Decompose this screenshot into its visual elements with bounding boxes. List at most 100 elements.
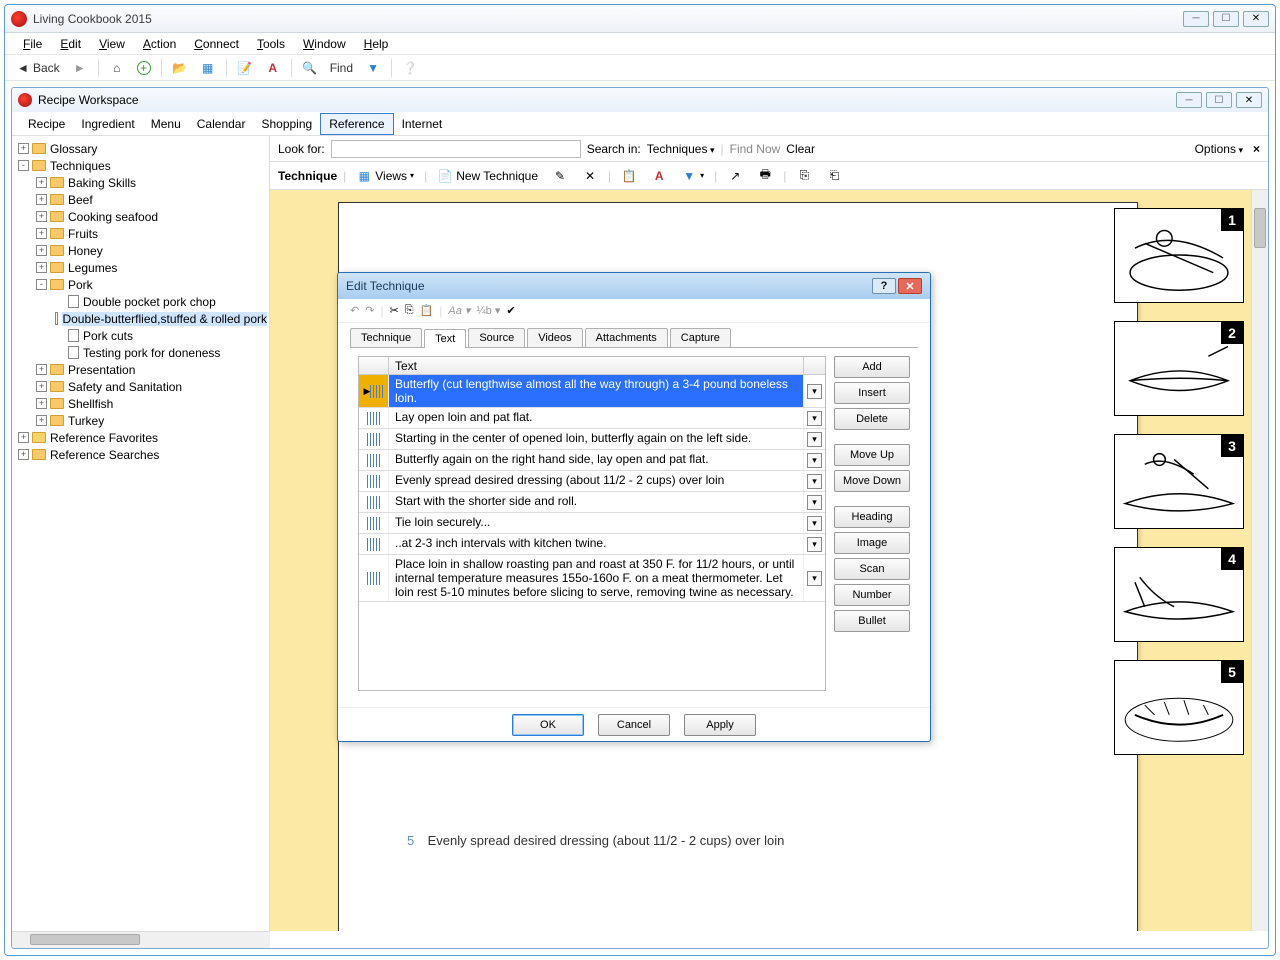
maximize-button[interactable]: ☐	[1213, 11, 1239, 27]
row-edit-button[interactable]: ▾	[807, 432, 822, 447]
grid-cell-text[interactable]: ..at 2-3 inch intervals with kitchen twi…	[389, 534, 803, 554]
tab-internet[interactable]: Internet	[394, 114, 451, 134]
tree-node[interactable]: +Legumes	[14, 259, 267, 276]
font-button[interactable]: A	[261, 58, 285, 78]
ws-maximize-button[interactable]: ☐	[1206, 92, 1232, 108]
tree-node[interactable]: +Fruits	[14, 225, 267, 242]
undo-icon[interactable]: ↶	[350, 304, 359, 317]
drag-handle-icon[interactable]	[367, 475, 380, 488]
grid-row[interactable]: Start with the shorter side and roll.▾	[359, 492, 825, 513]
clear-button[interactable]: Clear	[786, 142, 815, 156]
drag-handle-icon[interactable]	[370, 385, 383, 398]
tree-node[interactable]: Double pocket pork chop	[14, 293, 267, 310]
grid-cell-text[interactable]: Tie loin securely...	[389, 513, 803, 533]
grid-row[interactable]: ..at 2-3 inch intervals with kitchen twi…	[359, 534, 825, 555]
row-edit-button[interactable]: ▾	[807, 453, 822, 468]
row-edit-button[interactable]: ▾	[807, 537, 822, 552]
thumbnail-4[interactable]: 4	[1114, 547, 1244, 642]
dlg-tab-text[interactable]: Text	[424, 329, 466, 348]
add-button[interactable]: +	[133, 59, 155, 77]
copy-button[interactable]: ⎘	[792, 166, 816, 186]
find-now-button[interactable]: Find Now	[730, 142, 781, 156]
thumbnail-2[interactable]: 2	[1114, 321, 1244, 416]
scan-button[interactable]: Scan	[834, 558, 910, 580]
grid-cell-text[interactable]: Place loin in shallow roasting pan and r…	[389, 555, 803, 601]
row-edit-button[interactable]: ▾	[807, 411, 822, 426]
search-close-icon[interactable]: ×	[1253, 142, 1260, 156]
delete-button[interactable]: ✕	[578, 166, 602, 186]
list-button[interactable]: ▦	[196, 58, 220, 78]
thumbnail-3[interactable]: 3	[1114, 434, 1244, 529]
grid-cell-text[interactable]: Butterfly again on the right hand side, …	[389, 450, 803, 470]
edit-doc-button[interactable]: 📝	[233, 58, 257, 78]
drag-handle-icon[interactable]	[367, 454, 380, 467]
dlg-tab-videos[interactable]: Videos	[527, 328, 582, 347]
dlg-tab-technique[interactable]: Technique	[350, 328, 422, 347]
grid-row[interactable]: Butterfly (cut lengthwise almost all the…	[359, 375, 825, 408]
tree-node[interactable]: +Presentation	[14, 361, 267, 378]
forward-button[interactable]: ►	[68, 58, 92, 78]
tree-node[interactable]: Testing pork for doneness	[14, 344, 267, 361]
grid-row[interactable]: Evenly spread desired dressing (about 11…	[359, 471, 825, 492]
tab-ingredient[interactable]: Ingredient	[73, 114, 142, 134]
menu-action[interactable]: Action	[135, 35, 184, 53]
tree-node[interactable]: Pork cuts	[14, 327, 267, 344]
fraction-icon[interactable]: ¼b ▾	[476, 304, 500, 317]
tree-node[interactable]: -Pork	[14, 276, 267, 293]
row-edit-button[interactable]: ▾	[807, 516, 822, 531]
drag-handle-icon[interactable]	[367, 433, 380, 446]
add-button[interactable]: Add	[834, 356, 910, 378]
new-technique-button[interactable]: 📄New Technique	[433, 166, 542, 186]
drag-handle-icon[interactable]	[367, 496, 380, 509]
number-button[interactable]: Number	[834, 584, 910, 606]
grid-row[interactable]: Tie loin securely... ▾	[359, 513, 825, 534]
paste-icon[interactable]: 📋	[420, 304, 434, 317]
search-in-dropdown[interactable]: Techniques	[647, 142, 715, 156]
tree-hscroll[interactable]	[12, 931, 270, 948]
drag-handle-icon[interactable]	[367, 412, 380, 425]
dlg-tab-attachments[interactable]: Attachments	[585, 328, 668, 347]
row-edit-button[interactable]: ▾	[807, 384, 822, 399]
thumbnail-5[interactable]: 5	[1114, 660, 1244, 755]
tree-node[interactable]: +Safety and Sanitation	[14, 378, 267, 395]
font2-button[interactable]: A	[647, 166, 671, 186]
look-for-input[interactable]	[331, 140, 581, 158]
filter2-button[interactable]: ▼▾	[677, 166, 708, 186]
spellcheck-icon[interactable]: ✔	[506, 304, 515, 317]
font-aa-icon[interactable]: Aa ▾	[448, 304, 470, 317]
drag-handle-icon[interactable]	[367, 572, 380, 585]
tree-node[interactable]: +Beef	[14, 191, 267, 208]
menu-help[interactable]: Help	[356, 35, 397, 53]
grid-cell-text[interactable]: Lay open loin and pat flat.	[389, 408, 803, 428]
ws-minimize-button[interactable]: ─	[1176, 92, 1202, 108]
edit-button[interactable]: ✎	[548, 166, 572, 186]
back-button[interactable]: ◄Back	[11, 58, 64, 78]
tree-node[interactable]: +Shellfish	[14, 395, 267, 412]
row-edit-button[interactable]: ▾	[807, 495, 822, 510]
grid-row[interactable]: Place loin in shallow roasting pan and r…	[359, 555, 825, 602]
print-button[interactable]: 🖶	[753, 166, 777, 186]
move-down-button[interactable]: Move Down	[834, 470, 910, 492]
dialog-close-button[interactable]: ✕	[898, 278, 922, 294]
dlg-tab-capture[interactable]: Capture	[670, 328, 731, 347]
grid-row[interactable]: Starting in the center of opened loin, b…	[359, 429, 825, 450]
redo-icon[interactable]: ↷	[365, 304, 374, 317]
options-dropdown[interactable]: Options	[1195, 142, 1243, 156]
menu-file[interactable]: File	[15, 35, 50, 53]
row-edit-button[interactable]: ▾	[807, 474, 822, 489]
grid-cell-text[interactable]: Starting in the center of opened loin, b…	[389, 429, 803, 449]
dlg-tab-source[interactable]: Source	[468, 328, 525, 347]
delete-button[interactable]: Delete	[834, 408, 910, 430]
thumbnail-1[interactable]: 1	[1114, 208, 1244, 303]
row-edit-button[interactable]: ▾	[807, 571, 822, 586]
menu-connect[interactable]: Connect	[186, 35, 247, 53]
vertical-scrollbar[interactable]	[1251, 190, 1268, 931]
ok-button[interactable]: OK	[512, 714, 584, 736]
grid-row[interactable]: Lay open loin and pat flat. ▾	[359, 408, 825, 429]
filter-button[interactable]: ▼	[361, 58, 385, 78]
binoculars-icon[interactable]: 🔍	[298, 58, 322, 78]
cut-icon[interactable]: ✂	[390, 304, 399, 317]
menu-tools[interactable]: Tools	[249, 35, 293, 53]
menu-view[interactable]: View	[91, 35, 133, 53]
views-dropdown[interactable]: ▦Views ▾	[352, 166, 418, 186]
